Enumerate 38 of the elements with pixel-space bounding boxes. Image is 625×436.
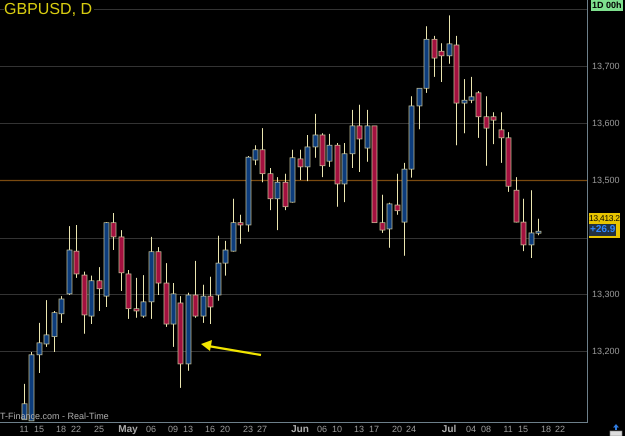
day-label: 22 xyxy=(555,424,565,435)
day-label: 20 xyxy=(220,424,230,435)
price-label: 13,413.2 xyxy=(589,213,620,224)
day-label: 20 xyxy=(392,424,402,435)
axis-label: 13,200 xyxy=(592,345,620,358)
day-label: 24 xyxy=(406,424,416,435)
day-label: 04 xyxy=(466,424,476,435)
day-label: 13 xyxy=(183,424,193,435)
day-label: 09 xyxy=(168,424,178,435)
day-label: 15 xyxy=(518,424,528,435)
axis-label: 13,300 xyxy=(592,288,620,301)
month-label: May xyxy=(118,424,138,435)
day-label: 11 xyxy=(503,424,513,435)
day-label: 17 xyxy=(369,424,379,435)
day-label: 23 xyxy=(243,424,253,435)
axis-label: 13,500 xyxy=(592,174,620,187)
day-label: 15 xyxy=(34,424,44,435)
axis-label: 13,700 xyxy=(592,60,620,73)
timeframe-badge: 1D 00h xyxy=(591,0,623,11)
upload-icon[interactable] xyxy=(609,424,623,436)
month-label: Jul xyxy=(442,424,456,435)
day-label: 08 xyxy=(481,424,491,435)
axis-label: 13,600 xyxy=(592,117,620,130)
chart-title: GBPUSD, D xyxy=(4,0,94,19)
arrow xyxy=(201,340,262,356)
day-label: 16 xyxy=(205,424,215,435)
day-label: 10 xyxy=(332,424,342,435)
day-label: 27 xyxy=(257,424,267,435)
day-label: 13 xyxy=(354,424,364,435)
month-label: Jun xyxy=(291,424,309,435)
day-label: 11 xyxy=(19,424,29,435)
change-label: +26.9 xyxy=(589,224,616,236)
day-label: 22 xyxy=(71,424,81,435)
day-label: 25 xyxy=(94,424,104,435)
day-label: 06 xyxy=(146,424,156,435)
day-label: 18 xyxy=(541,424,551,435)
day-label: 06 xyxy=(317,424,327,435)
day-label: 18 xyxy=(56,424,66,435)
